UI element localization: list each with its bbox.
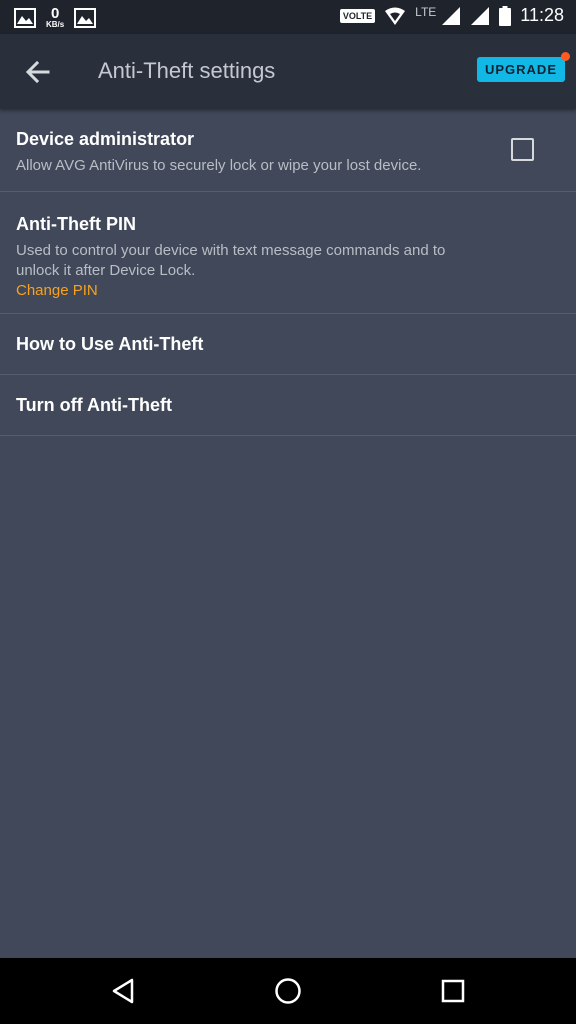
device-admin-checkbox[interactable] bbox=[511, 138, 534, 161]
setting-device-administrator[interactable]: Device administrator Allow AVG AntiVirus… bbox=[0, 109, 576, 192]
navigation-bar bbox=[0, 958, 576, 1024]
setting-title: Turn off Anti-Theft bbox=[16, 395, 172, 415]
app-bar: Anti-Theft settings UPGRADE bbox=[0, 34, 576, 109]
net-speed-value: 0 bbox=[50, 5, 60, 22]
setting-title: Anti-Theft PIN bbox=[16, 214, 136, 234]
setting-description: Used to control your device with text me… bbox=[16, 242, 446, 279]
change-pin-link[interactable]: Change PIN bbox=[16, 281, 560, 301]
setting-title: How to Use Anti-Theft bbox=[16, 334, 204, 354]
status-right: VOLTE LTE 11:28 bbox=[339, 4, 564, 26]
gallery-notification-icon bbox=[74, 7, 97, 28]
upgrade-wrapper: UPGRADE bbox=[476, 52, 570, 82]
wifi-icon bbox=[385, 7, 406, 25]
notification-dot-icon bbox=[561, 52, 570, 61]
status-bar: 0 KB/s VOLTE LTE 11:28 bbox=[0, 0, 576, 34]
setting-description: Allow AVG AntiVirus to securely lock or … bbox=[16, 157, 422, 174]
signal-icon bbox=[471, 6, 490, 25]
clock: 11:28 bbox=[520, 5, 564, 25]
setting-title: Device administrator bbox=[16, 129, 195, 149]
upgrade-button[interactable]: UPGRADE bbox=[476, 57, 565, 82]
battery-icon bbox=[499, 5, 512, 26]
nav-recents-button[interactable] bbox=[437, 975, 469, 1007]
home-circle-icon bbox=[275, 978, 301, 1004]
setting-anti-theft-pin[interactable]: Anti-Theft PIN Used to control your devi… bbox=[0, 192, 576, 314]
page-title: Anti-Theft settings bbox=[98, 58, 276, 83]
arrow-left-icon bbox=[25, 60, 50, 84]
back-triangle-icon bbox=[112, 978, 134, 1004]
net-speed-indicator: 0 KB/s bbox=[46, 6, 64, 29]
gallery-notification-icon bbox=[14, 7, 36, 28]
volte-badge: VOLTE bbox=[339, 8, 376, 23]
network-type: LTE bbox=[415, 4, 437, 19]
nav-home-button[interactable] bbox=[272, 975, 304, 1007]
back-button[interactable] bbox=[22, 56, 54, 88]
signal-icon bbox=[442, 6, 461, 25]
settings-list: Device administrator Allow AVG AntiVirus… bbox=[0, 109, 576, 436]
setting-turn-off[interactable]: Turn off Anti-Theft bbox=[0, 375, 576, 436]
status-left: 0 KB/s bbox=[14, 6, 97, 29]
net-speed-unit: KB/s bbox=[46, 20, 65, 29]
setting-how-to-use[interactable]: How to Use Anti-Theft bbox=[0, 314, 576, 375]
recents-square-icon bbox=[441, 979, 465, 1003]
nav-back-button[interactable] bbox=[107, 975, 139, 1007]
